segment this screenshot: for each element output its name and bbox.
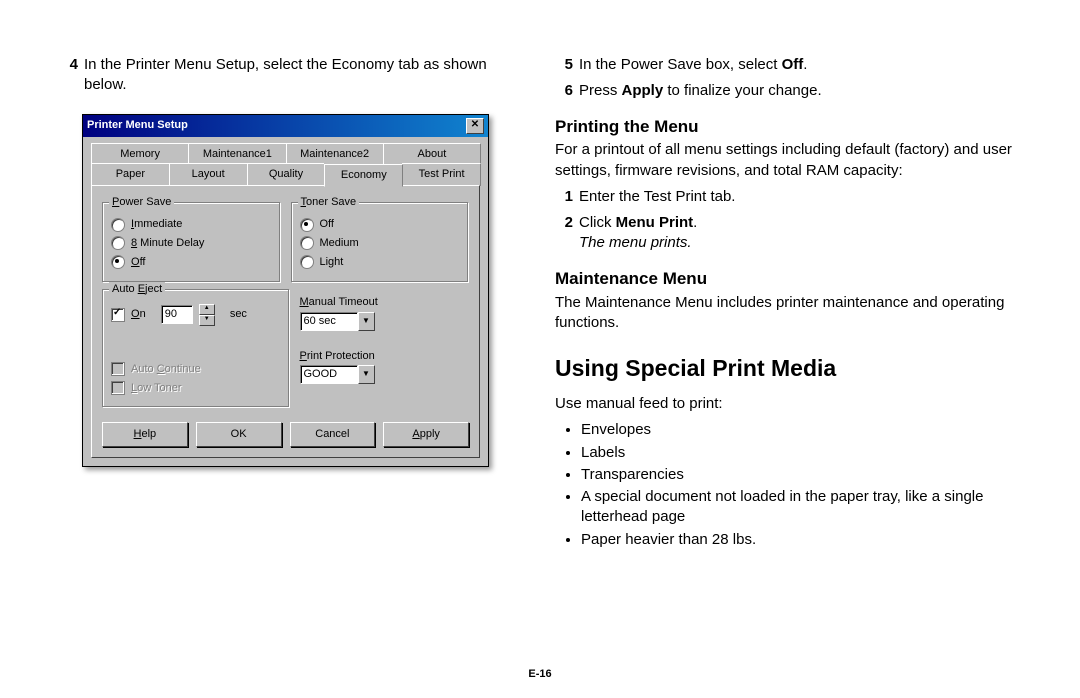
print-protection-combo[interactable]: GOOD▼	[300, 365, 375, 384]
maintenance-text: The Maintenance Menu includes printer ma…	[555, 293, 1020, 334]
list-item: Transparencies	[581, 465, 1020, 485]
radio-off[interactable]: Off	[111, 255, 272, 270]
list-item: A special document not loaded in the pap…	[581, 487, 1020, 528]
step-6: 6 Press Apply to finalize your change.	[555, 81, 1020, 101]
tab-memory[interactable]: Memory	[91, 143, 189, 165]
list-item: Labels	[581, 443, 1020, 463]
radio-toner-medium[interactable]: Medium	[300, 236, 461, 251]
dialog-title: Printer Menu Setup	[87, 118, 188, 133]
tab-test-print[interactable]: Test Print	[402, 163, 481, 186]
help-button[interactable]: Help	[102, 422, 188, 447]
auto-eject-group: Auto Eject On 90 ▲▼ sec Auto Continue	[102, 289, 290, 409]
step-5: 5 In the Power Save box, select Off.	[555, 55, 1020, 75]
print-step-1: 1 Enter the Test Print tab.	[555, 187, 1020, 207]
ok-button[interactable]: OK	[196, 422, 282, 447]
right-fields: Manual Timeout 60 sec▼ Print Protection …	[300, 283, 470, 409]
heading-special-media: Using Special Print Media	[555, 353, 1020, 384]
tab-about[interactable]: About	[383, 143, 481, 165]
auto-continue-checkbox[interactable]	[111, 362, 125, 376]
media-list: Envelopes Labels Transparencies A specia…	[581, 420, 1020, 550]
page-number: E-16	[0, 668, 1080, 680]
step-text: In the Printer Menu Setup, select the Ec…	[84, 55, 525, 96]
special-intro: Use manual feed to print:	[555, 394, 1020, 414]
radio-8min[interactable]: 8 Minute Delay	[111, 236, 272, 251]
tab-layout[interactable]: Layout	[169, 163, 248, 186]
auto-eject-value[interactable]: 90	[161, 305, 193, 324]
toner-save-group: Toner Save Off Medium Light	[291, 202, 470, 283]
tabs-row-2: Paper Layout Quality Economy Test Print	[91, 163, 480, 186]
manual-timeout-combo[interactable]: 60 sec▼	[300, 312, 375, 331]
list-item: Envelopes	[581, 420, 1020, 440]
auto-eject-spinner[interactable]: ▲▼	[199, 304, 215, 326]
heading-printing-menu: Printing the Menu	[555, 116, 1020, 139]
step-num: 4	[60, 55, 78, 96]
cancel-button[interactable]: Cancel	[290, 422, 376, 447]
list-item: Paper heavier than 28 lbs.	[581, 530, 1020, 550]
tabs-row-1: Memory Maintenance1 Maintenance2 About	[91, 143, 480, 165]
titlebar: Printer Menu Setup ✕	[83, 115, 488, 137]
printer-menu-setup-dialog: Printer Menu Setup ✕ Memory Maintenance1…	[82, 114, 489, 468]
step-4: 4 In the Printer Menu Setup, select the …	[60, 55, 525, 96]
heading-maintenance: Maintenance Menu	[555, 268, 1020, 291]
tab-maintenance2[interactable]: Maintenance2	[286, 143, 384, 165]
result-text: The menu prints.	[579, 234, 692, 251]
radio-toner-light[interactable]: Light	[300, 255, 461, 270]
radio-immediate[interactable]: Immediate	[111, 217, 272, 232]
low-toner-checkbox[interactable]	[111, 381, 125, 395]
auto-eject-on-checkbox[interactable]	[111, 308, 125, 322]
tab-quality[interactable]: Quality	[247, 163, 326, 186]
power-save-group: Power Save Immediate 8 Minute Delay Off	[102, 202, 281, 283]
chevron-down-icon[interactable]: ▼	[358, 365, 375, 384]
apply-button[interactable]: Apply	[383, 422, 469, 447]
radio-toner-off[interactable]: Off	[300, 217, 461, 232]
chevron-down-icon[interactable]: ▼	[358, 312, 375, 331]
close-icon[interactable]: ✕	[466, 118, 484, 134]
tab-economy[interactable]: Economy	[324, 164, 403, 187]
tab-paper[interactable]: Paper	[91, 163, 170, 186]
print-step-2: 2 Click Menu Print. The menu prints.	[555, 213, 1020, 254]
printing-intro: For a printout of all menu settings incl…	[555, 140, 1020, 181]
tab-maintenance1[interactable]: Maintenance1	[188, 143, 286, 165]
